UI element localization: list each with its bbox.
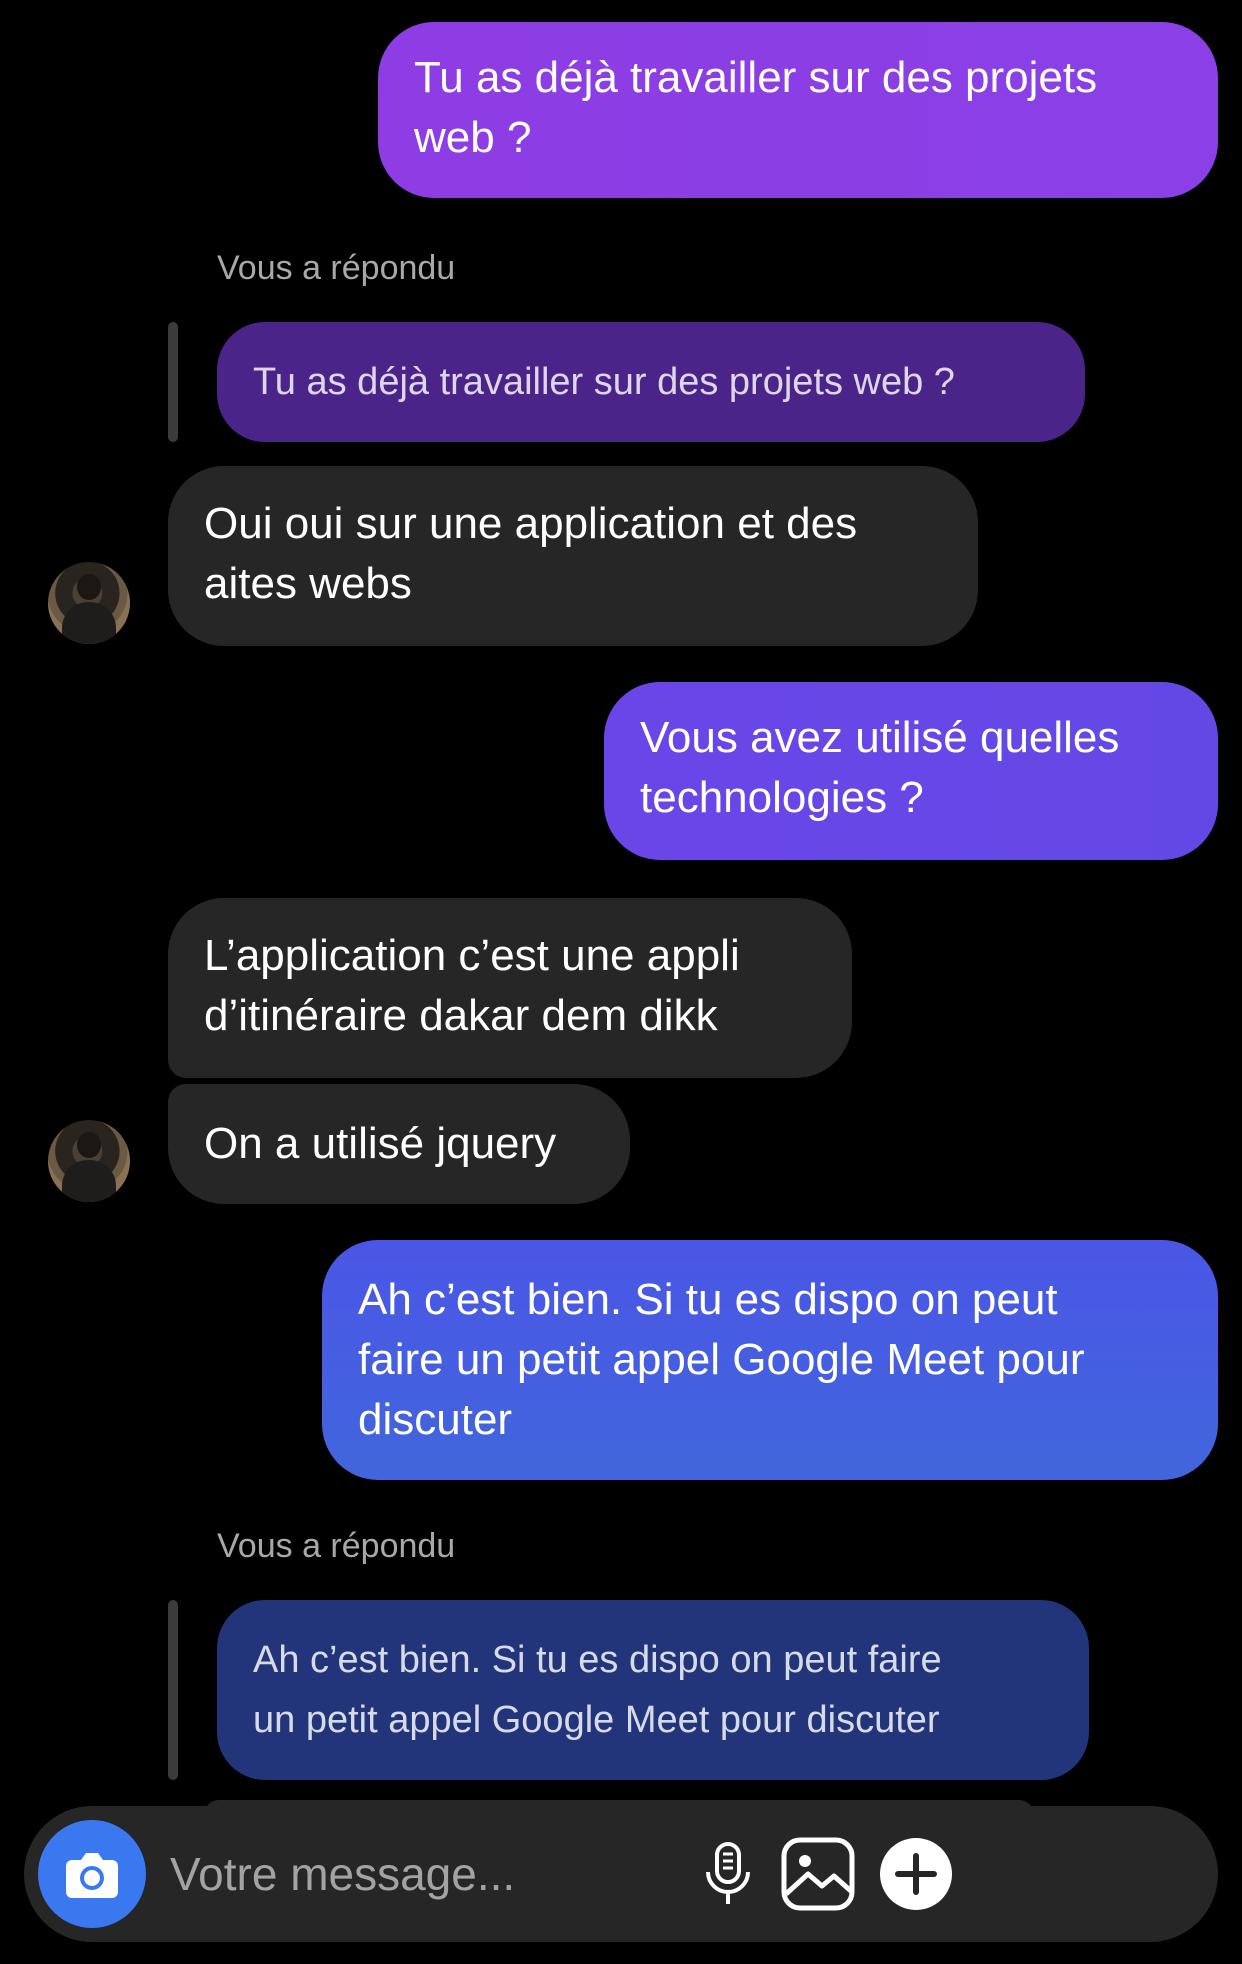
avatar-head-shape bbox=[77, 1132, 101, 1158]
avatar-body-shape bbox=[62, 1160, 116, 1202]
reply-label: Vous a répondu bbox=[217, 249, 456, 287]
message-text-line: Vous avez utilisé quelles bbox=[640, 713, 1120, 762]
incoming-message[interactable]: On a utilisé jquery bbox=[168, 1084, 630, 1204]
message-text-line: Oui oui sur une application et des bbox=[204, 499, 858, 548]
message-text-line: Ah c’est bien. Si tu es dispo on peut bbox=[358, 1275, 1058, 1324]
message-text-line: aites webs bbox=[204, 559, 412, 608]
contact-avatar[interactable] bbox=[48, 1120, 130, 1202]
gallery-icon bbox=[781, 1837, 855, 1911]
outgoing-message[interactable]: Ah c’est bien. Si tu es dispo on peut fa… bbox=[322, 1240, 1218, 1480]
more-button[interactable] bbox=[876, 1834, 956, 1914]
outgoing-message[interactable]: Vous avez utilisé quelles technologies ? bbox=[604, 682, 1218, 860]
avatar-head-shape bbox=[77, 574, 101, 600]
microphone-icon bbox=[706, 1842, 750, 1904]
replied-message-quote[interactable]: Tu as déjà travailler sur des projets we… bbox=[217, 322, 1085, 442]
reply-label: Vous a répondu bbox=[217, 1527, 456, 1565]
message-text-line: d’itinéraire dakar dem dikk bbox=[204, 991, 718, 1040]
quote-text: Tu as déjà travailler sur des projets we… bbox=[253, 361, 955, 403]
message-text-line: faire un petit appel Google Meet pour bbox=[358, 1335, 1085, 1384]
avatar-body-shape bbox=[62, 602, 116, 644]
message-text-line: On a utilisé jquery bbox=[204, 1119, 557, 1168]
message-text-line: web ? bbox=[414, 113, 532, 162]
contact-avatar[interactable] bbox=[48, 562, 130, 644]
message-text-line: discuter bbox=[358, 1395, 513, 1444]
microphone-button[interactable] bbox=[692, 1838, 764, 1910]
quote-text-line: un petit appel Google Meet pour discuter bbox=[253, 1699, 940, 1741]
message-text-line: L’application c’est une appli bbox=[204, 931, 740, 980]
gallery-button[interactable] bbox=[778, 1834, 858, 1914]
incoming-message[interactable]: Oui oui sur une application et des aites… bbox=[168, 466, 978, 646]
camera-icon bbox=[66, 1853, 118, 1898]
message-text-line: Tu as déjà travailler sur des projets bbox=[414, 53, 1098, 102]
reply-quote-bar bbox=[168, 1600, 178, 1780]
quote-text-line: Ah c’est bien. Si tu es dispo on peut fa… bbox=[253, 1639, 942, 1681]
message-input[interactable] bbox=[170, 1844, 690, 1904]
message-text-line: technologies ? bbox=[640, 773, 924, 822]
incoming-message[interactable]: L’application c’est une appli d’itinérai… bbox=[168, 898, 852, 1078]
outgoing-message[interactable]: Tu as déjà travailler sur des projets we… bbox=[378, 22, 1218, 198]
message-composer bbox=[24, 1806, 1218, 1942]
camera-button[interactable] bbox=[38, 1820, 146, 1928]
reply-quote-bar bbox=[168, 322, 178, 442]
replied-message-quote[interactable]: Ah c’est bien. Si tu es dispo on peut fa… bbox=[217, 1600, 1089, 1780]
plus-icon bbox=[880, 1838, 952, 1910]
